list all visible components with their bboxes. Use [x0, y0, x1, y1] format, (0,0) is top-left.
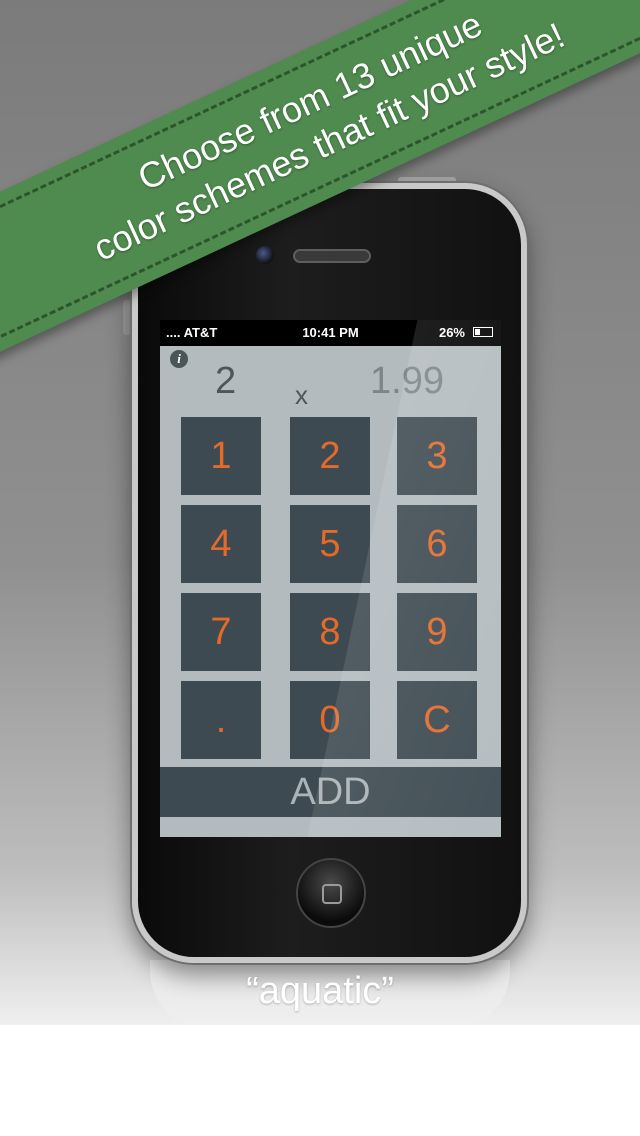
key-4[interactable]: 4 — [181, 505, 261, 583]
add-button[interactable]: ADD — [160, 767, 501, 817]
key-6[interactable]: 6 — [397, 505, 477, 583]
key-clear[interactable]: C — [397, 681, 477, 759]
multiply-sign: x — [295, 380, 308, 410]
screen-bottom-strip — [160, 817, 501, 837]
key-2[interactable]: 2 — [290, 417, 370, 495]
background: .... AT&T 10:41 PM 26% i 2 x 1.99 1 2 3 … — [0, 0, 640, 1025]
volume-down-button — [123, 300, 131, 335]
key-8[interactable]: 8 — [290, 593, 370, 671]
key-9[interactable]: 9 — [397, 593, 477, 671]
key-7[interactable]: 7 — [181, 593, 261, 671]
key-3[interactable]: 3 — [397, 417, 477, 495]
key-1[interactable]: 1 — [181, 417, 261, 495]
status-bar: .... AT&T 10:41 PM 26% — [160, 320, 501, 346]
key-5[interactable]: 5 — [290, 505, 370, 583]
home-button[interactable] — [296, 858, 366, 928]
front-camera — [256, 246, 274, 264]
info-icon[interactable]: i — [170, 350, 188, 368]
theme-caption: “aquatic” — [246, 970, 394, 1012]
home-square-icon — [322, 884, 342, 904]
battery-percent: 26% — [438, 325, 465, 340]
battery-icon — [473, 327, 493, 337]
key-decimal[interactable]: . — [181, 681, 261, 759]
phone-frame: .... AT&T 10:41 PM 26% i 2 x 1.99 1 2 3 … — [132, 183, 527, 963]
price-display: 1.99 — [370, 360, 444, 402]
quantity-display: 2 — [215, 360, 237, 402]
key-0[interactable]: 0 — [290, 681, 370, 759]
earpiece-speaker — [293, 249, 371, 263]
phone-screen: .... AT&T 10:41 PM 26% i 2 x 1.99 1 2 3 … — [160, 320, 501, 837]
